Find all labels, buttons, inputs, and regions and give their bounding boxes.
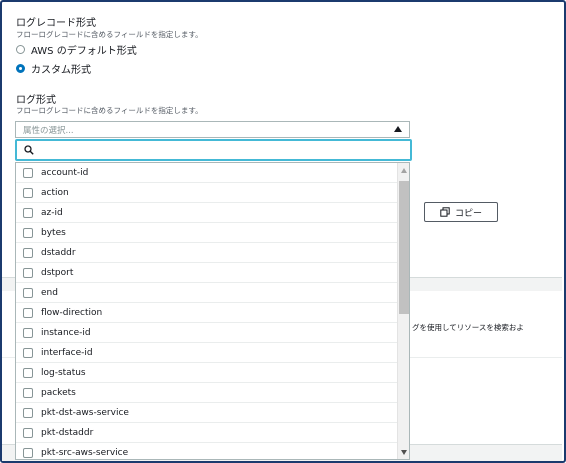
list-item[interactable]: action [16, 183, 397, 203]
checkbox[interactable] [23, 267, 33, 278]
checkbox[interactable] [23, 327, 33, 338]
list-item-label: action [41, 187, 69, 198]
radio-option-custom[interactable]: カスタム形式 [16, 61, 91, 76]
list-item[interactable]: account-id [16, 163, 397, 183]
checkbox[interactable] [23, 287, 33, 298]
list-item-label: interface-id [41, 347, 93, 358]
list-item[interactable]: pkt-dst-aws-service [16, 403, 397, 423]
list-item-label: bytes [41, 227, 66, 238]
list-item[interactable]: pkt-dstaddr [16, 423, 397, 443]
checkbox[interactable] [23, 167, 33, 178]
attribute-select-placeholder: 属性の選択... [23, 125, 74, 136]
radio-option-aws-default[interactable]: AWS のデフォルト形式 [16, 42, 137, 57]
list-item-label: dstport [41, 267, 74, 278]
list-item[interactable]: dstaddr [16, 243, 397, 263]
list-item[interactable]: dstport [16, 263, 397, 283]
checkbox[interactable] [23, 427, 33, 438]
checkbox[interactable] [23, 347, 33, 358]
list-scrollbar[interactable] [397, 163, 409, 459]
attribute-search-input[interactable] [15, 139, 412, 161]
radio-label: AWS のデフォルト形式 [31, 46, 137, 57]
checkbox[interactable] [23, 187, 33, 198]
checkbox[interactable] [23, 247, 33, 258]
list-item[interactable]: end [16, 283, 397, 303]
list-item-label: instance-id [41, 327, 91, 338]
copy-button-label: コピー [454, 208, 482, 219]
log-format-description: フローログレコードに含めるフィールドを指定します。 [16, 106, 203, 115]
radio-button-checked[interactable] [16, 64, 25, 73]
checkbox[interactable] [23, 407, 33, 418]
log-format-title: ログ形式 [16, 95, 56, 106]
list-item[interactable]: pkt-src-aws-service [16, 443, 397, 459]
scrollbar-thumb[interactable] [399, 181, 409, 314]
list-item-label: pkt-src-aws-service [41, 447, 129, 458]
list-item-label: flow-direction [41, 307, 103, 318]
list-item[interactable]: instance-id [16, 323, 397, 343]
list-item[interactable]: bytes [16, 223, 397, 243]
list-item-label: end [41, 287, 58, 298]
checkbox[interactable] [23, 207, 33, 218]
list-item-label: az-id [41, 207, 63, 218]
checkbox[interactable] [23, 387, 33, 398]
background-description-text: グを使用してリソースを検索およ [412, 323, 524, 332]
list-item[interactable]: log-status [16, 363, 397, 383]
list-item-label: dstaddr [41, 247, 76, 258]
copy-button[interactable]: コピー [424, 202, 498, 222]
list-item-label: pkt-dst-aws-service [41, 407, 129, 418]
radio-button[interactable] [16, 45, 25, 54]
log-record-format-title: ログレコード形式 [16, 18, 96, 29]
attribute-select[interactable]: 属性の選択... [15, 121, 410, 138]
attribute-options-list[interactable]: account-id action az-id bytes dstaddr ds… [15, 162, 410, 460]
checkbox[interactable] [23, 447, 33, 458]
caret-up-icon[interactable] [394, 126, 402, 132]
checkbox[interactable] [23, 367, 33, 378]
scroll-down-arrow-icon[interactable] [401, 450, 407, 455]
checkbox[interactable] [23, 307, 33, 318]
checkbox[interactable] [23, 227, 33, 238]
list-item[interactable]: packets [16, 383, 397, 403]
radio-label: カスタム形式 [31, 65, 91, 76]
list-item-label: packets [41, 387, 76, 398]
list-item[interactable]: az-id [16, 203, 397, 223]
search-icon [24, 145, 34, 155]
list-item[interactable]: interface-id [16, 343, 397, 363]
list-item-label: pkt-dstaddr [41, 427, 94, 438]
list-item-label: log-status [41, 367, 86, 378]
copy-icon [440, 207, 450, 217]
log-record-format-description: フローログレコードに含めるフィールドを指定します。 [16, 30, 203, 39]
list-item[interactable]: flow-direction [16, 303, 397, 323]
scroll-up-arrow-icon[interactable] [401, 168, 407, 173]
list-item-label: account-id [41, 167, 89, 178]
